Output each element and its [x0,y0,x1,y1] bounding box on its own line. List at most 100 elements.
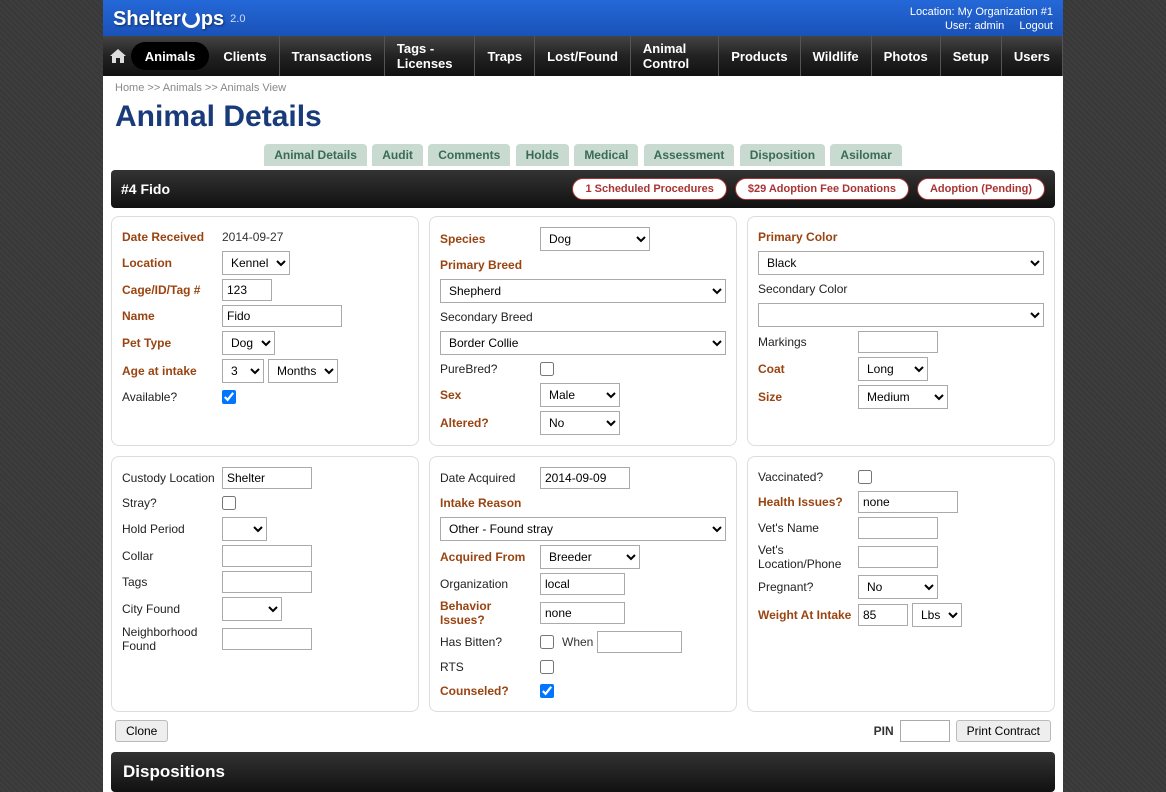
nav-animal-control[interactable]: Animal Control [631,36,719,76]
pill-adoption-fee[interactable]: $29 Adoption Fee Donations [735,178,909,200]
input-neighborhood[interactable] [222,628,312,650]
select-coat[interactable]: Long [858,357,928,381]
select-size[interactable]: Medium [858,385,948,409]
input-when[interactable] [597,631,682,653]
checkbox-bitten[interactable] [540,635,554,649]
label-vet-loc: Vet's Location/Phone [758,543,858,571]
input-cage[interactable] [222,279,272,301]
input-pin[interactable] [900,720,950,742]
nav-products[interactable]: Products [719,36,800,76]
label-counseled: Counseled? [440,684,540,698]
nav-clients[interactable]: Clients [211,36,279,76]
label-acquired-from: Acquired From [440,550,540,564]
label-size: Size [758,390,858,404]
location-value: My Organization #1 [958,6,1053,18]
select-altered[interactable]: No [540,411,620,435]
pill-adoption-pending[interactable]: Adoption (Pending) [917,178,1045,200]
select-age-value[interactable]: 3 [222,359,264,383]
label-markings: Markings [758,335,858,349]
checkbox-vaccinated[interactable] [858,470,872,484]
nav-traps[interactable]: Traps [475,36,535,76]
input-vet-name[interactable] [858,517,938,539]
value-date-received: 2014-09-27 [222,230,283,244]
tab-holds[interactable]: Holds [516,144,569,166]
panel-2-col-1: Custody Location Stray? Hold Period Coll… [111,456,419,712]
select-acquired-from[interactable]: Breeder [540,545,640,569]
input-name[interactable] [222,305,342,327]
select-intake-reason[interactable]: Other - Found stray [440,517,726,541]
tab-audit[interactable]: Audit [372,144,423,166]
crumb-home[interactable]: Home [115,82,144,94]
pill-scheduled-procedures[interactable]: 1 Scheduled Procedures [572,178,726,200]
select-weight-unit[interactable]: Lbs [912,603,962,627]
input-weight[interactable] [858,604,908,626]
input-date-acquired[interactable] [540,467,630,489]
label-secondary-breed: Secondary Breed [440,310,726,324]
label-coat: Coat [758,362,858,376]
select-primary-breed[interactable]: Shepherd [440,279,726,303]
input-health[interactable] [858,491,958,513]
select-age-unit[interactable]: Months [268,359,338,383]
tab-animal-details[interactable]: Animal Details [264,144,367,166]
label-secondary-color: Secondary Color [758,282,1044,296]
tab-asilomar[interactable]: Asilomar [830,144,901,166]
input-tags[interactable] [222,571,312,593]
form-panel-1: Date Received2014-09-27 LocationKennel C… [103,208,1063,448]
tab-disposition[interactable]: Disposition [740,144,825,166]
clone-button[interactable]: Clone [115,720,168,742]
checkbox-purebred[interactable] [540,362,554,376]
tab-comments[interactable]: Comments [428,144,510,166]
panel-2-col-3: Vaccinated? Health Issues? Vet's Name Ve… [747,456,1055,712]
record-title: #4 Fido [121,181,170,197]
nav-animals[interactable]: Animals [131,42,210,70]
home-icon[interactable] [107,36,129,76]
nav-users[interactable]: Users [1002,36,1063,76]
nav-lost-found[interactable]: Lost/Found [535,36,631,76]
nav-wildlife[interactable]: Wildlife [801,36,872,76]
checkbox-rts[interactable] [540,660,554,674]
crumb-view[interactable]: Animals View [220,82,286,94]
checkbox-available[interactable] [222,390,236,404]
crumb-animals[interactable]: Animals [163,82,202,94]
nav-photos[interactable]: Photos [872,36,941,76]
label-neighborhood: Neighborhood Found [122,625,222,653]
breadcrumb: Home >> Animals >> Animals View [103,76,1063,96]
input-markings[interactable] [858,331,938,353]
logout-link[interactable]: Logout [1019,20,1053,32]
tab-assessment[interactable]: Assessment [644,144,735,166]
select-species[interactable]: Dog [540,227,650,251]
label-tags: Tags [122,575,222,589]
print-contract-button[interactable]: Print Contract [956,720,1051,742]
nav-tags-licenses[interactable]: Tags - Licenses [385,36,476,76]
user-value: admin [974,20,1004,32]
label-rts: RTS [440,660,540,674]
label-species: Species [440,232,540,246]
tab-medical[interactable]: Medical [574,144,638,166]
input-organization[interactable] [540,573,625,595]
select-location[interactable]: Kennel [222,251,290,275]
brand-name-1: Shelter [113,8,181,31]
select-pregnant[interactable]: No [858,575,938,599]
select-pet-type[interactable]: Dog [222,331,275,355]
select-secondary-color[interactable] [758,303,1044,327]
select-secondary-breed[interactable]: Border Collie [440,331,726,355]
label-weight: Weight At Intake [758,608,858,622]
page-title: Animal Details [103,96,1063,144]
checkbox-stray[interactable] [222,496,236,510]
panel-1-col-3: Primary Color Black Secondary Color Mark… [747,216,1055,446]
select-hold[interactable] [222,517,267,541]
nav-setup[interactable]: Setup [941,36,1002,76]
input-custody[interactable] [222,467,312,489]
select-city[interactable] [222,597,282,621]
checkbox-counseled[interactable] [540,684,554,698]
label-vaccinated: Vaccinated? [758,470,858,484]
input-collar[interactable] [222,545,312,567]
label-available: Available? [122,390,222,404]
input-behavior[interactable] [540,602,625,624]
panel-2-col-2: Date Acquired Intake Reason Other - Foun… [429,456,737,712]
select-primary-color[interactable]: Black [758,251,1044,275]
label-vet-name: Vet's Name [758,521,858,535]
select-sex[interactable]: Male [540,383,620,407]
input-vet-loc[interactable] [858,546,938,568]
nav-transactions[interactable]: Transactions [280,36,385,76]
